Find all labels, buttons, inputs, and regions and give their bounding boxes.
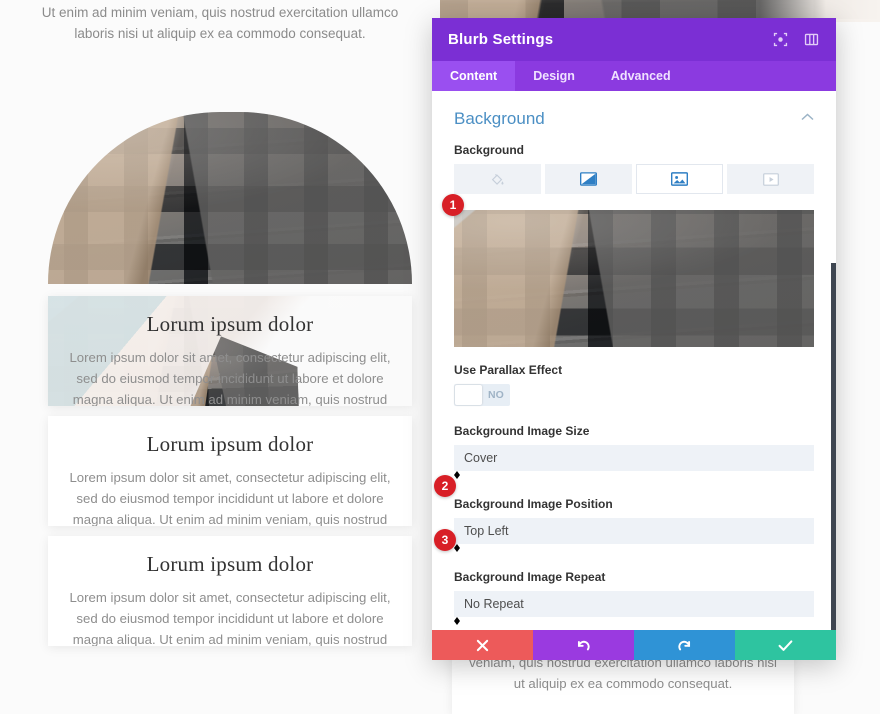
bg-image-position-label: Background Image Position	[454, 497, 613, 511]
save-button[interactable]	[735, 630, 836, 660]
bg-image-position-select[interactable]: Top Left	[454, 518, 814, 544]
blurb-title: Lorum ipsum dolor	[146, 552, 314, 576]
background-type-image[interactable]	[636, 164, 723, 194]
blurb-title: Lorum ipsum dolor	[146, 312, 314, 336]
modal-header-actions	[772, 31, 820, 48]
undo-button[interactable]	[533, 630, 634, 660]
blurb-body: Lorem ipsum dolor sit amet, consectetur …	[69, 470, 391, 526]
undo-icon	[576, 638, 591, 653]
image-icon	[671, 172, 688, 186]
modal-action-bar[interactable]	[432, 630, 836, 660]
step-badge-3: 3	[434, 529, 456, 551]
cancel-button[interactable]	[432, 630, 533, 660]
background-type-video[interactable]	[727, 164, 814, 194]
bg-image-position-field[interactable]: Top Left	[454, 518, 814, 552]
bg-image-repeat-label: Background Image Repeat	[454, 570, 606, 584]
background-field-label: Background	[454, 143, 525, 157]
background-type-gradient[interactable]	[545, 164, 632, 194]
select-arrows-icon	[454, 471, 814, 479]
blurb-title: Lorum ipsum dolor	[146, 432, 314, 456]
select-arrows-icon	[454, 544, 814, 552]
building-facade-image	[48, 112, 412, 284]
toggle-value: NO	[488, 389, 504, 401]
check-icon	[778, 639, 793, 652]
screen: Ut enim ad minim veniam, quis nostrud ex…	[0, 0, 880, 714]
modal-tabs[interactable]: Content Design Advanced	[432, 61, 836, 91]
bg-image-size-field[interactable]: Cover	[454, 445, 814, 479]
video-icon	[762, 172, 779, 186]
blurb-card[interactable]: Lorum ipsum dolor Lorem ipsum dolor sit …	[48, 296, 412, 406]
page-content: Ut enim ad minim veniam, quis nostrud ex…	[0, 0, 440, 714]
blurb-card[interactable]: Lorum ipsum dolor Lorem ipsum dolor sit …	[48, 536, 412, 646]
bg-image-size-select[interactable]: Cover	[454, 445, 814, 471]
hero-image	[48, 112, 412, 284]
close-icon	[476, 639, 489, 652]
gradient-icon	[580, 172, 597, 186]
layout-panel-icon[interactable]	[803, 31, 820, 48]
background-image-preview[interactable]	[454, 210, 814, 347]
parallax-toggle[interactable]: NO	[454, 384, 510, 406]
modal-title: Blurb Settings	[448, 31, 554, 48]
settings-scroll-area: Background Background Use Parallax Effec…	[432, 91, 836, 630]
blurb-card[interactable]: Lorum ipsum dolor Lorem ipsum dolor sit …	[48, 416, 412, 526]
tab-content[interactable]: Content	[432, 61, 516, 91]
redo-icon	[677, 638, 692, 653]
parallax-label: Use Parallax Effect	[454, 363, 563, 377]
step-badge-1: 1	[442, 194, 464, 216]
tab-advanced[interactable]: Advanced	[593, 61, 689, 91]
blurb-body: Lorem ipsum dolor sit amet, consectetur …	[69, 590, 391, 646]
background-type-color[interactable]	[454, 164, 541, 194]
bg-image-repeat-field[interactable]: No Repeat	[454, 591, 814, 625]
blurb-body: Lorem ipsum dolor sit amet, consectetur …	[69, 350, 391, 406]
modal-header: Blurb Settings	[432, 18, 836, 61]
step-badge-2: 2	[434, 475, 456, 497]
section-title: Background	[454, 109, 545, 128]
intro-paragraph: Ut enim ad minim veniam, quis nostrud ex…	[41, 5, 399, 41]
focus-icon[interactable]	[772, 31, 789, 48]
building-facade-image	[454, 210, 814, 347]
redo-button[interactable]	[634, 630, 735, 660]
blurb-settings-modal[interactable]: Blurb Settings Content Design Advanced B…	[432, 18, 836, 660]
background-type-selector[interactable]	[454, 164, 814, 194]
bg-image-repeat-select[interactable]: No Repeat	[454, 591, 814, 617]
toggle-knob	[455, 385, 482, 405]
paint-bucket-icon	[490, 172, 505, 187]
modal-scrollbar[interactable]	[831, 263, 836, 630]
chevron-up-icon[interactable]	[801, 112, 814, 124]
background-section-header[interactable]: Background	[454, 109, 814, 143]
modal-body: Background Background Use Parallax Effec…	[432, 91, 836, 630]
tab-design[interactable]: Design	[515, 61, 593, 91]
bg-image-size-label: Background Image Size	[454, 424, 590, 438]
select-arrows-icon	[454, 617, 814, 625]
